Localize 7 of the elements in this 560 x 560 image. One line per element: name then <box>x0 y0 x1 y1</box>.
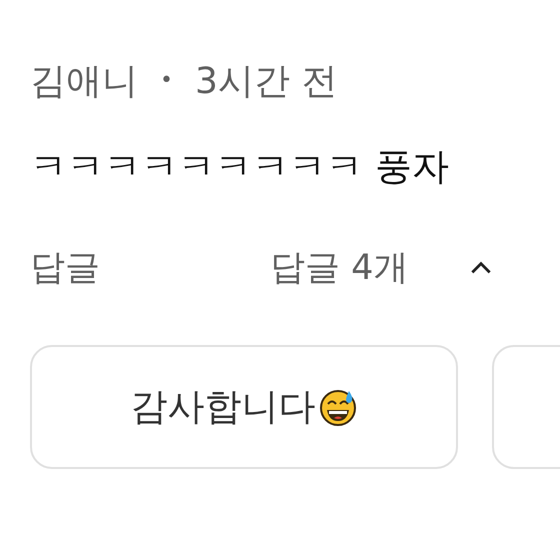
reply-button[interactable]: 답글 <box>30 244 270 291</box>
replies-toggle[interactable]: 답글 4개 <box>270 244 494 291</box>
comment-time: 3시간 전 <box>194 60 338 104</box>
author-name: 김애니 <box>30 60 138 104</box>
suggestion-chip[interactable]: 감사합니다 <box>30 344 458 469</box>
separator-dot: • <box>160 68 173 95</box>
comment-text: ㅋㅋㅋㅋㅋㅋㅋㅋㅋ 풍자 <box>30 145 450 190</box>
